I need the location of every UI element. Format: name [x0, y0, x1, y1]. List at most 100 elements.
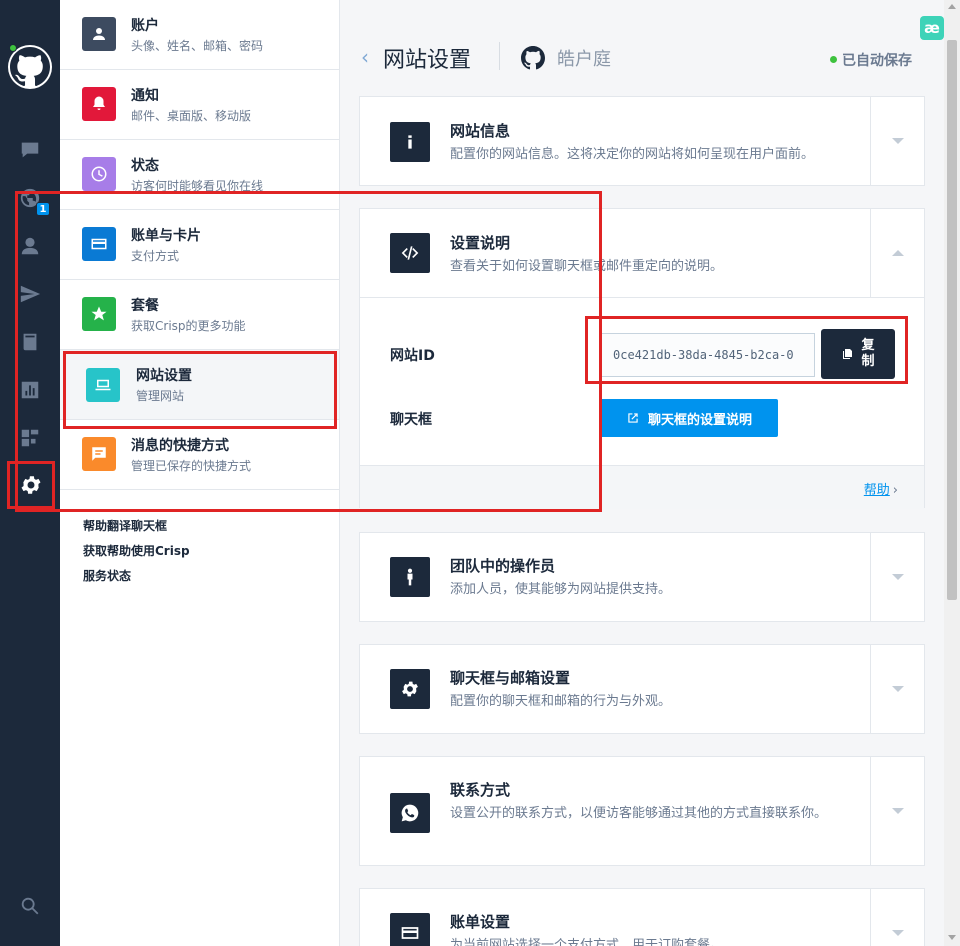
star-icon [82, 297, 116, 331]
card-contact-methods[interactable]: 联系方式 设置公开的联系方式，以便访客能够通过其他的方式直接联系你。 [359, 756, 925, 866]
help-link-label: 帮助 [863, 483, 890, 498]
chatbox-setup-button[interactable]: 聊天框的设置说明 [600, 399, 778, 437]
menu-item-status[interactable]: 状态 访客何时能够看见你在线 [60, 140, 339, 210]
link-service-status[interactable]: 服务状态 [83, 567, 190, 592]
menu-item-title: 账户 [131, 18, 159, 34]
card-title: 聊天框与邮箱设置 [450, 669, 571, 687]
card-subtitle: 查看关于如何设置聊天框或邮件重定向的说明。 [450, 259, 724, 274]
analytics-icon[interactable] [18, 378, 42, 402]
setup-details: 网站ID 0ce421db-38da-4845-b2ca-0 复制 聊天框 聊天… [360, 297, 924, 509]
menu-item-title: 消息的快捷方式 [131, 438, 229, 454]
main-content: ‹ 网站设置 皓户庭 已自动保存 æ 网站信息 配置你的网站信息。这将决定你的网… [340, 0, 960, 946]
website-id-label: 网站ID [390, 348, 435, 364]
expand-toggle[interactable] [870, 889, 924, 946]
visitors-count-badge: 1 [36, 202, 50, 216]
gear-icon [390, 669, 430, 709]
title-divider [499, 42, 500, 70]
card-subtitle: 配置你的聊天框和邮箱的行为与外观。 [450, 694, 672, 709]
chevron-down-icon [891, 930, 904, 936]
card-title: 设置说明 [450, 234, 511, 252]
card-subtitle: 为当前网站选择一个支付方式，用于订购套餐。 [450, 938, 724, 946]
bell-icon [82, 87, 116, 121]
book-icon[interactable] [18, 330, 42, 354]
menu-item-subtitle: 邮件、桌面版、移动版 [131, 109, 252, 123]
whatsapp-icon [390, 793, 430, 833]
card-title: 账单设置 [450, 913, 511, 931]
card-subtitle: 添加人员，使其能够为网站提供支持。 [450, 582, 672, 597]
chatbox-setup-button-label: 聊天框的设置说明 [647, 412, 752, 428]
chevron-right-icon: › [892, 483, 898, 498]
card-icon [82, 227, 116, 261]
clock-icon [82, 157, 116, 191]
settings-menu: 账户 头像、姓名、邮箱、密码 通知 邮件、桌面版、移动版 状态 访客何时能够看见… [60, 0, 340, 946]
card-website-info[interactable]: 网站信息 配置你的网站信息。这将决定你的网站将如何呈现在用户面前。 [359, 96, 925, 186]
help-link[interactable]: 帮助 › [864, 479, 898, 498]
expand-toggle[interactable] [870, 97, 924, 185]
website-name[interactable]: 皓户庭 [557, 45, 611, 71]
plugins-icon[interactable] [18, 426, 42, 450]
website-id-field[interactable]: 0ce421db-38da-4845-b2ca-0 [600, 333, 815, 377]
card-subtitle: 配置你的网站信息。这将决定你的网站将如何呈现在用户面前。 [450, 147, 815, 162]
card-subtitle: 设置公开的联系方式，以便访客能够通过其他的方式直接联系你。 [450, 806, 828, 821]
card-title: 团队中的操作员 [450, 557, 556, 575]
extension-badge[interactable]: æ [920, 16, 944, 40]
link-get-help[interactable]: 获取帮助使用Crisp [83, 542, 190, 567]
chevron-down-icon [891, 808, 904, 814]
menu-item-notifications[interactable]: 通知 邮件、桌面版、移动版 [60, 70, 339, 140]
chevron-down-icon [891, 138, 904, 144]
scroll-down-arrow-icon[interactable] [948, 935, 956, 940]
autosave-status: 已自动保存 [830, 50, 912, 70]
github-logo-icon [10, 47, 50, 87]
chevron-up-icon [891, 250, 904, 256]
shortcut-icon [82, 437, 116, 471]
menu-item-subtitle: 管理网站 [136, 389, 185, 403]
menu-item-subtitle: 访客何时能够看见你在线 [131, 179, 264, 193]
account-icon [82, 17, 116, 51]
card-billing-settings[interactable]: 账单设置 为当前网站选择一个支付方式，用于订购套餐。 [359, 888, 925, 946]
laptop-icon [86, 368, 120, 402]
expand-toggle[interactable] [870, 645, 924, 733]
expand-toggle[interactable] [870, 533, 924, 621]
menu-item-subtitle: 支付方式 [131, 249, 180, 263]
scrollbar-thumb[interactable] [947, 40, 957, 600]
menu-item-website-settings[interactable]: 网站设置 管理网站 [60, 350, 339, 420]
send-icon[interactable] [18, 282, 42, 306]
info-icon [390, 122, 430, 162]
menu-item-title: 账单与卡片 [131, 228, 201, 244]
menu-item-subtitle: 管理已保存的快捷方式 [131, 459, 252, 473]
expand-toggle[interactable] [870, 757, 924, 865]
menu-item-title: 通知 [131, 88, 159, 104]
menu-item-billing[interactable]: 账单与卡片 支付方式 [60, 210, 339, 280]
scroll-up-arrow-icon[interactable] [948, 4, 956, 9]
chevron-down-icon [891, 574, 904, 580]
online-status-dot [9, 44, 17, 52]
collapse-toggle[interactable] [870, 209, 924, 297]
card-chatbox-settings[interactable]: 聊天框与邮箱设置 配置你的聊天框和邮箱的行为与外观。 [359, 644, 925, 734]
card-title: 联系方式 [450, 781, 511, 799]
menu-item-plans[interactable]: 套餐 获取Crisp的更多功能 [60, 280, 339, 350]
page-scrollbar[interactable] [944, 0, 960, 946]
person-icon [390, 557, 430, 597]
chatbox-label: 聊天框 [390, 412, 432, 428]
menu-item-title: 网站设置 [136, 368, 192, 384]
menu-item-subtitle: 获取Crisp的更多功能 [131, 319, 246, 333]
autosave-label: 已自动保存 [842, 53, 912, 69]
external-link-icon [628, 413, 638, 423]
user-icon[interactable] [18, 234, 42, 258]
copy-button-label: 复制 [861, 338, 875, 369]
menu-item-shortcuts[interactable]: 消息的快捷方式 管理已保存的快捷方式 [60, 420, 339, 490]
link-help-translate[interactable]: 帮助翻译聊天框 [83, 517, 190, 542]
menu-item-title: 套餐 [131, 298, 159, 314]
page-title: 网站设置 [383, 48, 472, 73]
chat-icon[interactable] [18, 138, 42, 162]
settings-icon[interactable] [7, 461, 55, 509]
menu-item-account[interactable]: 账户 头像、姓名、邮箱、密码 [60, 0, 339, 70]
search-icon[interactable] [18, 894, 42, 918]
back-chevron-icon[interactable]: ‹ [361, 47, 369, 67]
card-team-operators[interactable]: 团队中的操作员 添加人员，使其能够为网站提供支持。 [359, 532, 925, 622]
menu-item-title: 状态 [131, 158, 159, 174]
autosave-dot [830, 56, 837, 63]
menu-item-subtitle: 头像、姓名、邮箱、密码 [131, 39, 264, 53]
copy-button[interactable]: 复制 [821, 329, 895, 379]
page-header: ‹ 网站设置 皓户庭 已自动保存 æ [340, 0, 944, 96]
